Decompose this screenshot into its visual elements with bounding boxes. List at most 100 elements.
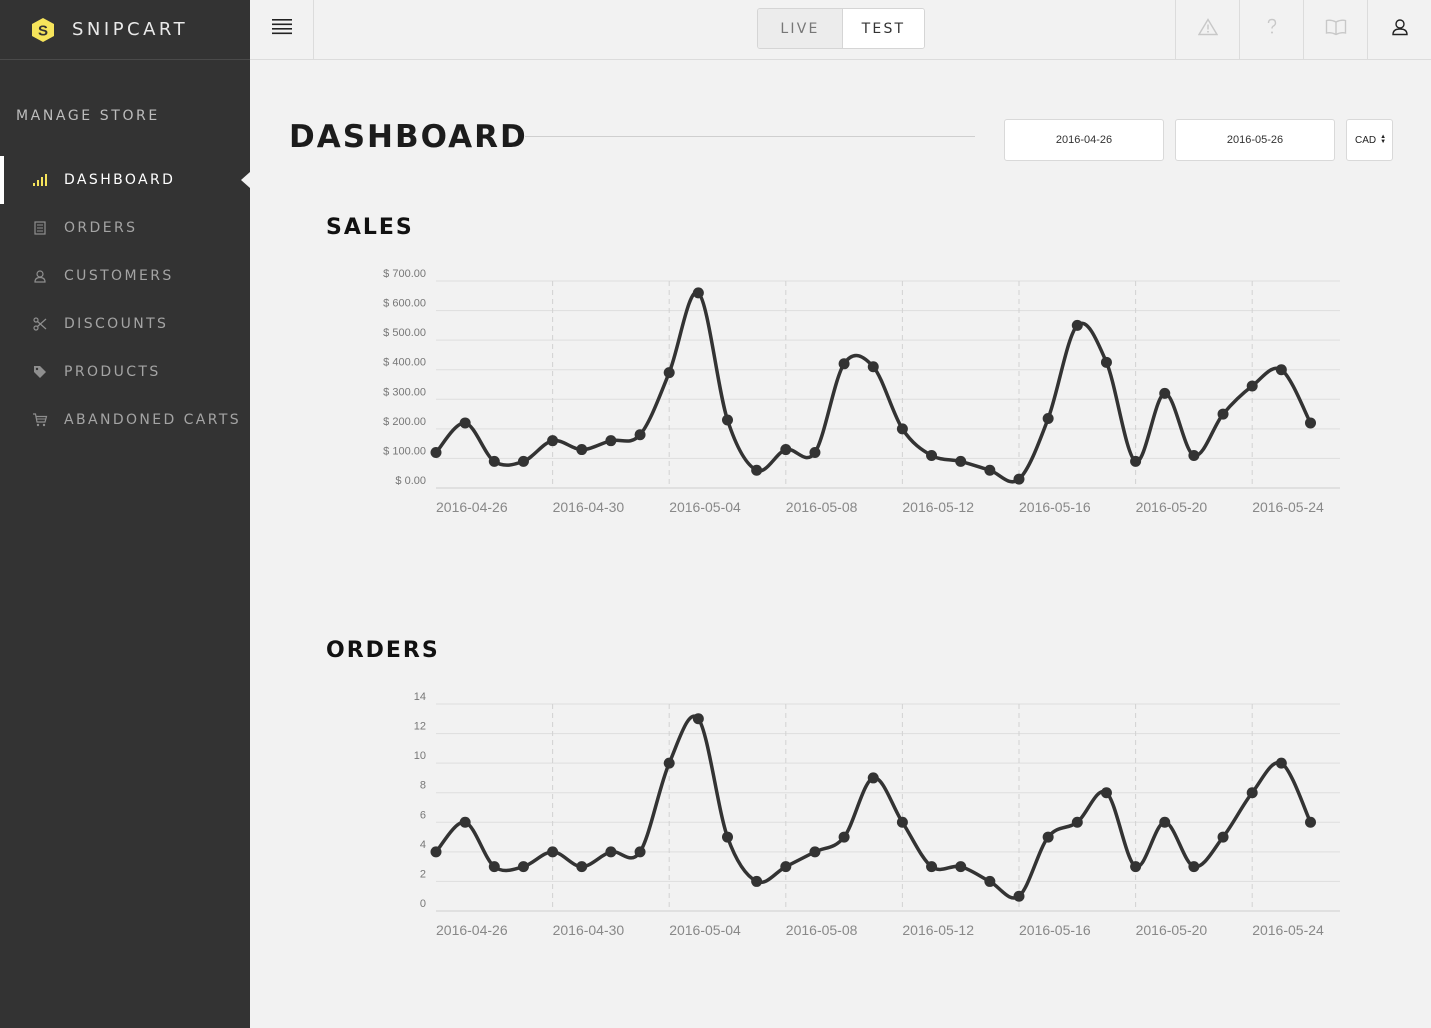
data-point <box>838 358 850 370</box>
data-point <box>751 464 763 476</box>
data-point <box>605 435 617 447</box>
data-point <box>517 455 529 467</box>
alerts-button[interactable] <box>1175 0 1239 59</box>
y-tick-label: 0 <box>420 898 426 910</box>
date-from-input[interactable] <box>1004 119 1164 161</box>
y-tick-label: $ 0.00 <box>395 475 426 487</box>
y-tick-label: $ 700.00 <box>383 268 426 280</box>
x-tick-label: 2016-05-20 <box>1136 499 1208 515</box>
data-point <box>488 861 500 873</box>
data-point <box>1246 787 1258 799</box>
data-point <box>517 861 529 873</box>
sidebar-item-label: ORDERS <box>64 220 138 236</box>
brand-name: SNIPCART <box>72 19 189 40</box>
series-line <box>434 290 1313 484</box>
data-point <box>1100 356 1112 368</box>
data-point <box>459 816 471 828</box>
title-divider <box>525 136 975 137</box>
y-tick-label: $ 100.00 <box>383 445 426 457</box>
docs-button[interactable] <box>1303 0 1367 59</box>
data-point <box>1275 364 1287 376</box>
data-point <box>926 861 938 873</box>
y-tick-label: 2 <box>420 868 426 880</box>
y-tick-label: 8 <box>420 780 426 792</box>
data-point <box>1042 413 1054 425</box>
data-point <box>488 455 500 467</box>
svg-text:S: S <box>38 22 48 39</box>
x-tick-label: 2016-05-08 <box>786 499 858 515</box>
x-tick-label: 2016-04-30 <box>553 499 625 515</box>
bar-chart-icon <box>32 172 48 188</box>
x-tick-label: 2016-05-24 <box>1252 922 1324 938</box>
data-point <box>838 831 850 843</box>
x-tick-label: 2016-05-12 <box>902 499 974 515</box>
data-point <box>1130 455 1142 467</box>
data-point <box>1159 387 1171 399</box>
sidebar-item-label: DASHBOARD <box>64 172 176 188</box>
y-tick-label: 10 <box>414 750 426 762</box>
y-tick-label: 4 <box>420 839 426 851</box>
data-point <box>634 846 646 858</box>
x-tick-label: 2016-05-08 <box>786 922 858 938</box>
account-button[interactable] <box>1367 0 1431 59</box>
data-point <box>780 444 792 456</box>
data-point <box>459 417 471 429</box>
data-point <box>896 423 908 435</box>
y-tick-label: 6 <box>420 809 426 821</box>
data-point <box>926 449 938 461</box>
snipcart-logo-icon: S <box>30 17 56 43</box>
data-point <box>547 435 559 447</box>
data-point <box>955 861 967 873</box>
data-point <box>430 846 442 858</box>
y-tick-label: 14 <box>414 691 426 703</box>
help-button[interactable] <box>1239 0 1303 59</box>
orders-chart: 0 2 4 6 8 10 12 14 2016-04-26 2016-04-30 2016-05-0… <box>414 691 1340 938</box>
x-tick-label: 2016-05-16 <box>1019 499 1091 515</box>
y-tick-label: $ 300.00 <box>383 386 426 398</box>
x-tick-label: 2016-04-30 <box>553 922 625 938</box>
y-tick-label: 12 <box>414 721 426 733</box>
data-point <box>867 361 879 373</box>
data-point <box>1042 831 1054 843</box>
warning-icon <box>1197 18 1218 41</box>
receipt-icon <box>32 220 48 236</box>
data-point <box>1188 449 1200 461</box>
currency-select[interactable]: CAD ▲ ▼ <box>1346 119 1393 161</box>
test-mode-button[interactable]: TEST <box>843 9 924 48</box>
orders-heading: ORDERS <box>326 638 440 663</box>
data-point <box>1159 816 1171 828</box>
data-point <box>1305 417 1316 429</box>
data-point <box>1071 816 1083 828</box>
data-point <box>751 875 763 887</box>
topbar-actions <box>1175 0 1431 59</box>
data-point <box>1013 890 1025 902</box>
data-point <box>780 861 792 873</box>
data-point <box>1100 787 1112 799</box>
data-point <box>1305 816 1316 828</box>
live-mode-button[interactable]: LIVE <box>758 9 843 48</box>
top-bar: LIVE TEST <box>250 0 1431 60</box>
data-point <box>722 831 733 843</box>
data-point <box>663 367 675 379</box>
sidebar-item-orders[interactable]: ORDERS <box>0 204 250 252</box>
y-tick-label: $ 400.00 <box>383 357 426 369</box>
brand[interactable]: S SNIPCART <box>0 0 250 60</box>
page-title: DASHBOARD <box>289 119 528 155</box>
data-point <box>1217 831 1229 843</box>
data-point <box>576 861 588 873</box>
data-point <box>955 455 967 467</box>
data-point <box>867 772 879 784</box>
data-point <box>576 444 588 456</box>
menu-toggle-button[interactable] <box>250 0 314 59</box>
data-point <box>692 713 704 725</box>
data-point <box>984 464 996 476</box>
data-point <box>1013 473 1025 485</box>
sidebar-item-dashboard[interactable]: DASHBOARD <box>0 156 250 204</box>
date-to-input[interactable] <box>1175 119 1335 161</box>
x-tick-label: 2016-05-04 <box>669 922 741 938</box>
data-point <box>1246 380 1258 392</box>
x-tick-label: 2016-05-16 <box>1019 922 1091 938</box>
currency-value: CAD <box>1355 134 1377 146</box>
series-line <box>434 714 1313 900</box>
data-point <box>984 875 996 887</box>
